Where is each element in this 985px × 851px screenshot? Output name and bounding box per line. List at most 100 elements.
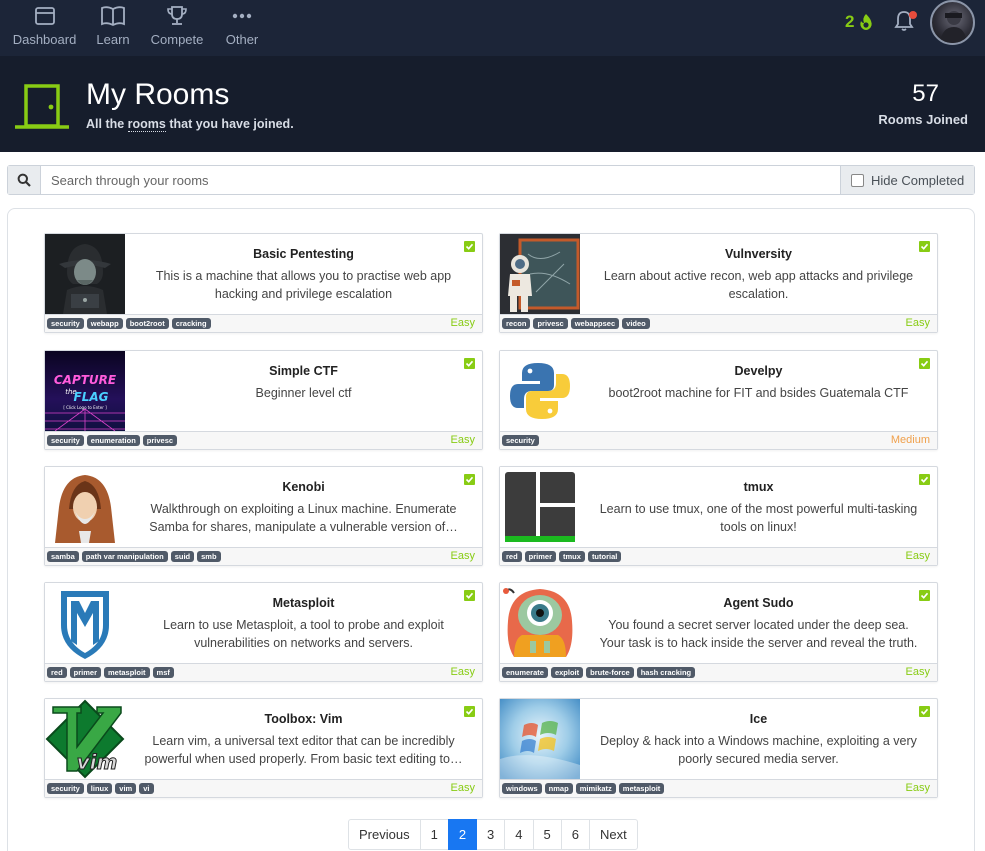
room-difficulty: Easy: [905, 550, 930, 562]
room-tag[interactable]: security: [502, 435, 539, 446]
room-tag[interactable]: security: [47, 318, 84, 329]
room-tag[interactable]: metasploit: [104, 667, 150, 678]
room-card-metasploit[interactable]: Metasploit Learn to use Metasploit, a to…: [44, 582, 483, 682]
room-tag[interactable]: enumeration: [86, 435, 140, 446]
hide-completed-checkbox[interactable]: [851, 173, 864, 187]
room-tags: enumerate exploit brute-force hash crack…: [502, 667, 696, 678]
room-tag[interactable]: vi: [139, 783, 154, 794]
flame-icon: [858, 13, 874, 31]
room-footer: red primer metasploit msf Easy: [45, 663, 482, 681]
room-tag[interactable]: metasploit: [618, 783, 665, 794]
room-tags: security: [502, 435, 539, 446]
room-tag[interactable]: primer: [69, 667, 102, 678]
room-tag[interactable]: security: [47, 783, 84, 794]
room-tag[interactable]: cracking: [171, 318, 211, 329]
room-card-vulnversity[interactable]: Vulnversity Learn about active recon, we…: [499, 233, 938, 333]
room-tag[interactable]: privesc: [533, 318, 568, 329]
completed-check-icon: [464, 241, 475, 252]
room-tag[interactable]: smb: [197, 551, 221, 562]
page-button-6[interactable]: 6: [560, 819, 590, 850]
notifications-button[interactable]: [893, 9, 917, 35]
room-tag[interactable]: enumerate: [502, 667, 548, 678]
room-tags: security enumeration privesc: [47, 435, 178, 446]
completed-check-icon: [919, 706, 930, 717]
room-thumbnail: [500, 467, 580, 547]
room-card-tmux[interactable]: tmux Learn to use tmux, one of the most …: [499, 466, 938, 566]
room-card-kenobi[interactable]: Kenobi Walkthrough on exploiting a Linux…: [44, 466, 483, 566]
room-card-simple-ctf[interactable]: CAPTURE the FLAG[ Click Logo to Enter ] Si…: [44, 350, 483, 450]
room-difficulty: Easy: [450, 434, 475, 446]
room-card-develpy[interactable]: Develpy boot2root machine for FIT and bs…: [499, 350, 938, 450]
room-tag[interactable]: brute-force: [586, 667, 634, 678]
hide-completed-toggle[interactable]: Hide Completed: [840, 166, 974, 194]
room-tag[interactable]: webappsec: [570, 318, 620, 329]
room-tag[interactable]: recon: [502, 318, 531, 329]
room-tag[interactable]: nmap: [544, 783, 573, 794]
room-tag[interactable]: mimikatz: [575, 783, 616, 794]
page-button-1[interactable]: 1: [419, 819, 449, 850]
room-tags: security linux vim vi: [47, 783, 154, 794]
completed-check-icon: [464, 590, 475, 601]
room-tag[interactable]: suid: [170, 551, 195, 562]
pagination: Previous 1 2 3 4 5 6 Next: [348, 819, 638, 850]
nav-other-label: Other: [225, 32, 259, 47]
room-tag[interactable]: vim: [115, 783, 137, 794]
room-card-basic-pentesting[interactable]: Basic Pentesting This is a machine that …: [44, 233, 483, 333]
room-tag[interactable]: primer: [524, 551, 557, 562]
streak-counter[interactable]: 2: [845, 12, 874, 32]
room-tag[interactable]: tutorial: [587, 551, 622, 562]
room-tag[interactable]: red: [47, 667, 67, 678]
nav-learn[interactable]: Learn: [96, 0, 130, 56]
room-tag[interactable]: privesc: [142, 435, 178, 446]
room-card-toolbox-vim[interactable]: vim Toolbox: Vim Learn vim, a universal …: [44, 698, 483, 798]
nav-compete-label: Compete: [150, 32, 204, 47]
user-avatar[interactable]: [930, 0, 975, 45]
room-difficulty: Easy: [905, 782, 930, 794]
room-tag[interactable]: tmux: [559, 551, 585, 562]
room-difficulty: Easy: [450, 317, 475, 329]
room-name: Metasploit: [272, 596, 335, 610]
page-button-3[interactable]: 3: [476, 819, 506, 850]
room-tag[interactable]: linux: [86, 783, 113, 794]
top-navbar: Dashboard Learn Compete Other 2: [0, 0, 985, 56]
room-thumbnail: [45, 467, 125, 547]
room-tag[interactable]: path var manipulation: [81, 551, 168, 562]
room-difficulty: Easy: [905, 317, 930, 329]
room-tag[interactable]: webapp: [86, 318, 123, 329]
room-card-agent-sudo[interactable]: Agent Sudo You found a secret server loc…: [499, 582, 938, 682]
room-tag[interactable]: samba: [47, 551, 79, 562]
room-tag[interactable]: windows: [502, 783, 542, 794]
room-name: Develpy: [734, 364, 783, 378]
room-footer: red primer tmux tutorial Easy: [500, 547, 937, 565]
next-page-button[interactable]: Next: [588, 819, 638, 850]
room-thumbnail: [500, 351, 580, 431]
page-button-2[interactable]: 2: [447, 819, 478, 850]
room-tag[interactable]: security: [47, 435, 84, 446]
room-card-ice[interactable]: Ice Deploy & hack into a Windows machine…: [499, 698, 938, 798]
search-button[interactable]: [8, 166, 41, 194]
room-thumbnail: [45, 234, 125, 314]
rooms-link[interactable]: rooms: [127, 117, 166, 132]
nav-dashboard[interactable]: Dashboard: [13, 0, 76, 56]
search-input[interactable]: [41, 166, 840, 194]
room-description: Walkthrough on exploiting a Linux machin…: [149, 502, 458, 534]
room-name: Kenobi: [282, 480, 325, 494]
room-footer: samba path var manipulation suid smb Eas…: [45, 547, 482, 565]
rooms-joined-label: Rooms Joined: [878, 112, 968, 127]
nav-other[interactable]: Other: [224, 0, 260, 56]
page-button-4[interactable]: 4: [504, 819, 534, 850]
page-button-5[interactable]: 5: [532, 819, 562, 850]
room-tag[interactable]: video: [622, 318, 650, 329]
room-tag[interactable]: red: [502, 551, 522, 562]
completed-check-icon: [919, 590, 930, 601]
search-icon: [17, 173, 31, 187]
room-thumbnail: vim: [45, 699, 125, 779]
previous-page-button[interactable]: Previous: [348, 819, 421, 850]
room-tags: samba path var manipulation suid smb: [47, 551, 221, 562]
room-tag[interactable]: hash cracking: [636, 667, 696, 678]
room-tag[interactable]: exploit: [550, 667, 584, 678]
nav-compete[interactable]: Compete: [150, 0, 204, 56]
room-description: Learn about active recon, web app attack…: [603, 269, 914, 301]
room-tag[interactable]: boot2root: [125, 318, 169, 329]
room-tag[interactable]: msf: [152, 667, 174, 678]
